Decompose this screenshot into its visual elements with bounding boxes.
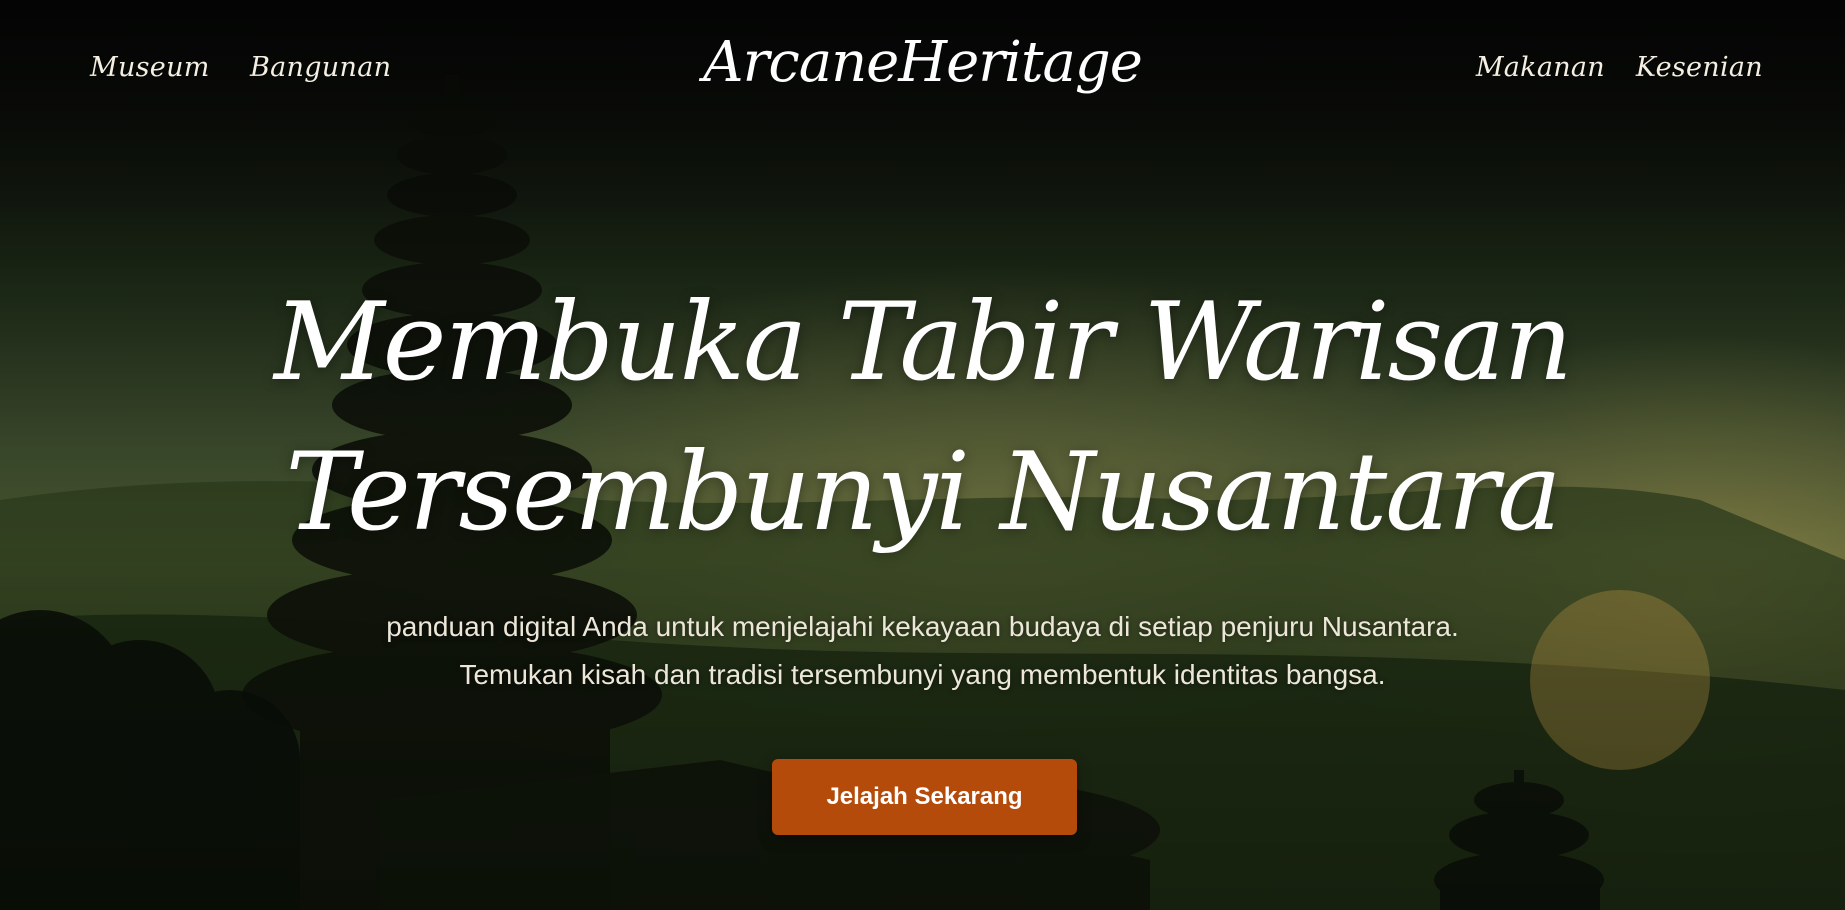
hero-headline: Membuka Tabir Warisan Tersembunyi Nusant…	[0, 268, 1845, 568]
hero-headline-line-1: Membuka Tabir Warisan	[274, 280, 1573, 405]
nav-link-makanan[interactable]: Makanan	[1476, 52, 1605, 83]
hero-headline-line-2: Tersembunyi Nusantara	[285, 430, 1561, 555]
hero-section: Museum Bangunan ArcaneHeritage Makanan K…	[0, 0, 1845, 910]
hero-subtitle: panduan digital Anda untuk menjelajahi k…	[0, 603, 1845, 699]
top-navigation: Museum Bangunan ArcaneHeritage Makanan K…	[0, 0, 1845, 140]
hero-subtitle-line-1: panduan digital Anda untuk menjelajahi k…	[386, 611, 1459, 642]
hero-subtitle-line-2: Temukan kisah dan tradisi tersembunyi ya…	[459, 659, 1386, 690]
explore-now-button[interactable]: Jelajah Sekarang	[772, 759, 1077, 835]
nav-link-kesenian[interactable]: Kesenian	[1636, 52, 1763, 83]
